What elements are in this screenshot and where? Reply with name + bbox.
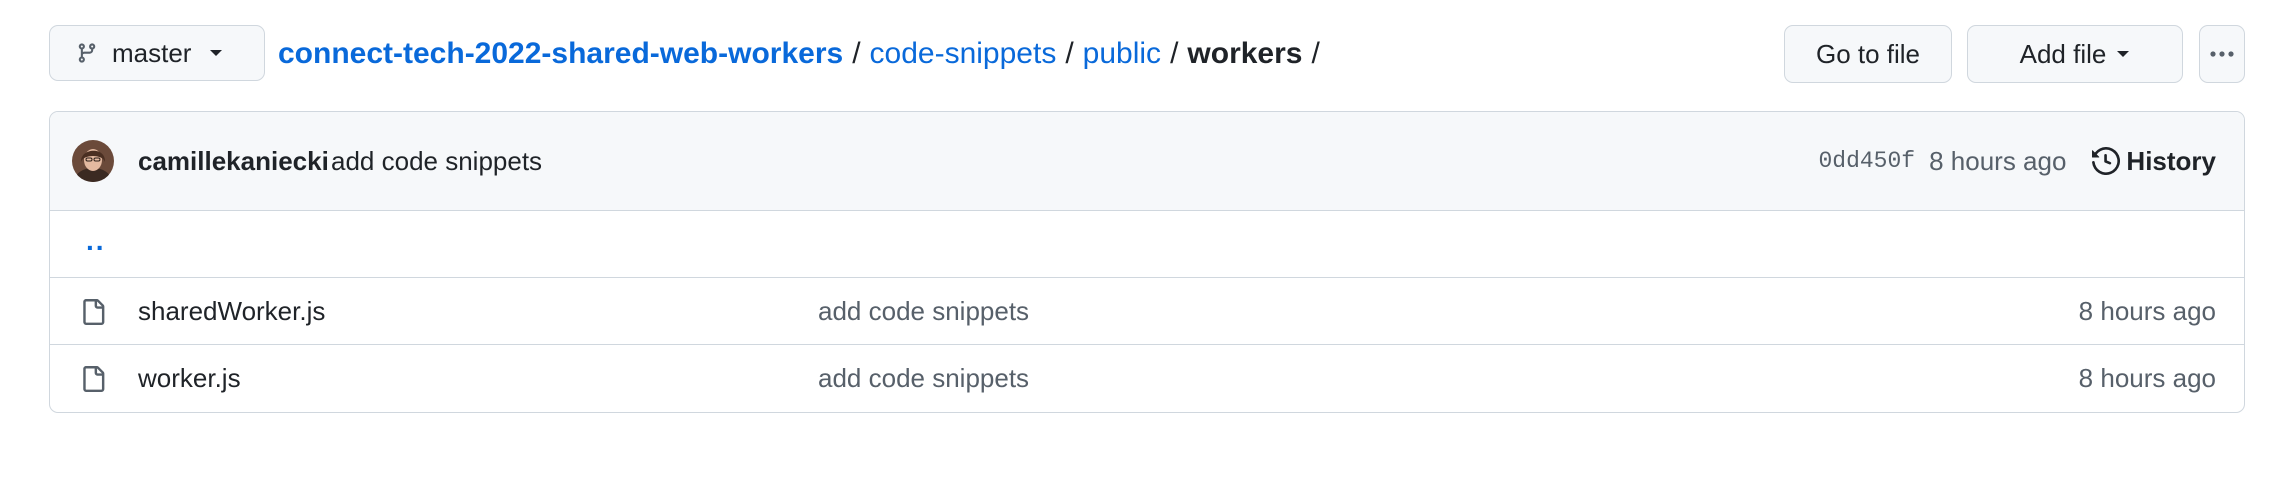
file-commit-time: 8 hours ago — [2078, 362, 2216, 393]
breadcrumb-public-link[interactable]: public — [1083, 37, 1161, 71]
avatar-image — [72, 140, 114, 182]
kebab-horizontal-icon — [2210, 51, 2234, 57]
history-label: History — [2126, 145, 2216, 176]
history-link[interactable]: History — [2092, 146, 2216, 177]
file-commit-time: 8 hours ago — [2078, 295, 2216, 326]
commit-sha-link[interactable]: 0dd450f — [1818, 148, 1915, 174]
caret-down-icon — [210, 50, 223, 56]
breadcrumb-code-snippets-link[interactable]: code-snippets — [870, 37, 1057, 71]
breadcrumb-separator: / — [1065, 37, 1074, 70]
repo-navigation-bar: master connect-tech-2022-shared-web-work… — [49, 25, 2245, 83]
breadcrumb-separator: / — [852, 37, 861, 70]
file-name-link[interactable]: sharedWorker.js — [138, 296, 325, 327]
avatar[interactable] — [72, 140, 114, 182]
breadcrumb: connect-tech-2022-shared-web-workers / c… — [278, 25, 1329, 83]
file-commit-message-link[interactable]: add code snippets — [818, 363, 1029, 394]
caret-down-icon — [2117, 51, 2130, 57]
parent-directory-row[interactable]: .. — [50, 211, 2244, 278]
branch-name: master — [112, 37, 192, 68]
table-row[interactable]: worker.js add code snippets 8 hours ago — [50, 345, 2244, 411]
file-name-link[interactable]: worker.js — [138, 363, 241, 394]
parent-directory-link[interactable]: .. — [86, 225, 106, 257]
table-row[interactable]: sharedWorker.js add code snippets 8 hour… — [50, 278, 2244, 345]
git-branch-icon — [78, 43, 96, 63]
file-icon — [83, 299, 105, 325]
branch-select-button[interactable]: master — [49, 25, 265, 81]
go-to-file-label: Go to file — [1815, 38, 1921, 69]
add-file-button[interactable]: Add file — [1967, 25, 2183, 83]
commit-meta: 0dd450f 8 hours ago History — [1818, 146, 2216, 177]
file-commit-message-link[interactable]: add code snippets — [818, 296, 1029, 327]
breadcrumb-separator: / — [1170, 37, 1179, 70]
breadcrumb-current-dir: workers — [1187, 37, 1303, 70]
latest-commit-bar: camillekaniecki add code snippets 0dd450… — [50, 112, 2244, 211]
go-to-file-button[interactable]: Go to file — [1784, 25, 1952, 83]
breadcrumb-repo-link[interactable]: connect-tech-2022-shared-web-workers — [278, 37, 843, 71]
history-icon — [2092, 147, 2121, 175]
add-file-label: Add file — [2019, 38, 2107, 69]
file-icon — [83, 366, 105, 392]
breadcrumb-separator: / — [1311, 37, 1320, 70]
commit-time: 8 hours ago — [1929, 145, 2067, 176]
commit-author-link[interactable]: camillekaniecki — [138, 146, 329, 177]
file-list: camillekaniecki add code snippets 0dd450… — [49, 111, 2245, 413]
commit-message-link[interactable]: add code snippets — [331, 146, 542, 177]
more-options-button[interactable] — [2199, 25, 2245, 83]
